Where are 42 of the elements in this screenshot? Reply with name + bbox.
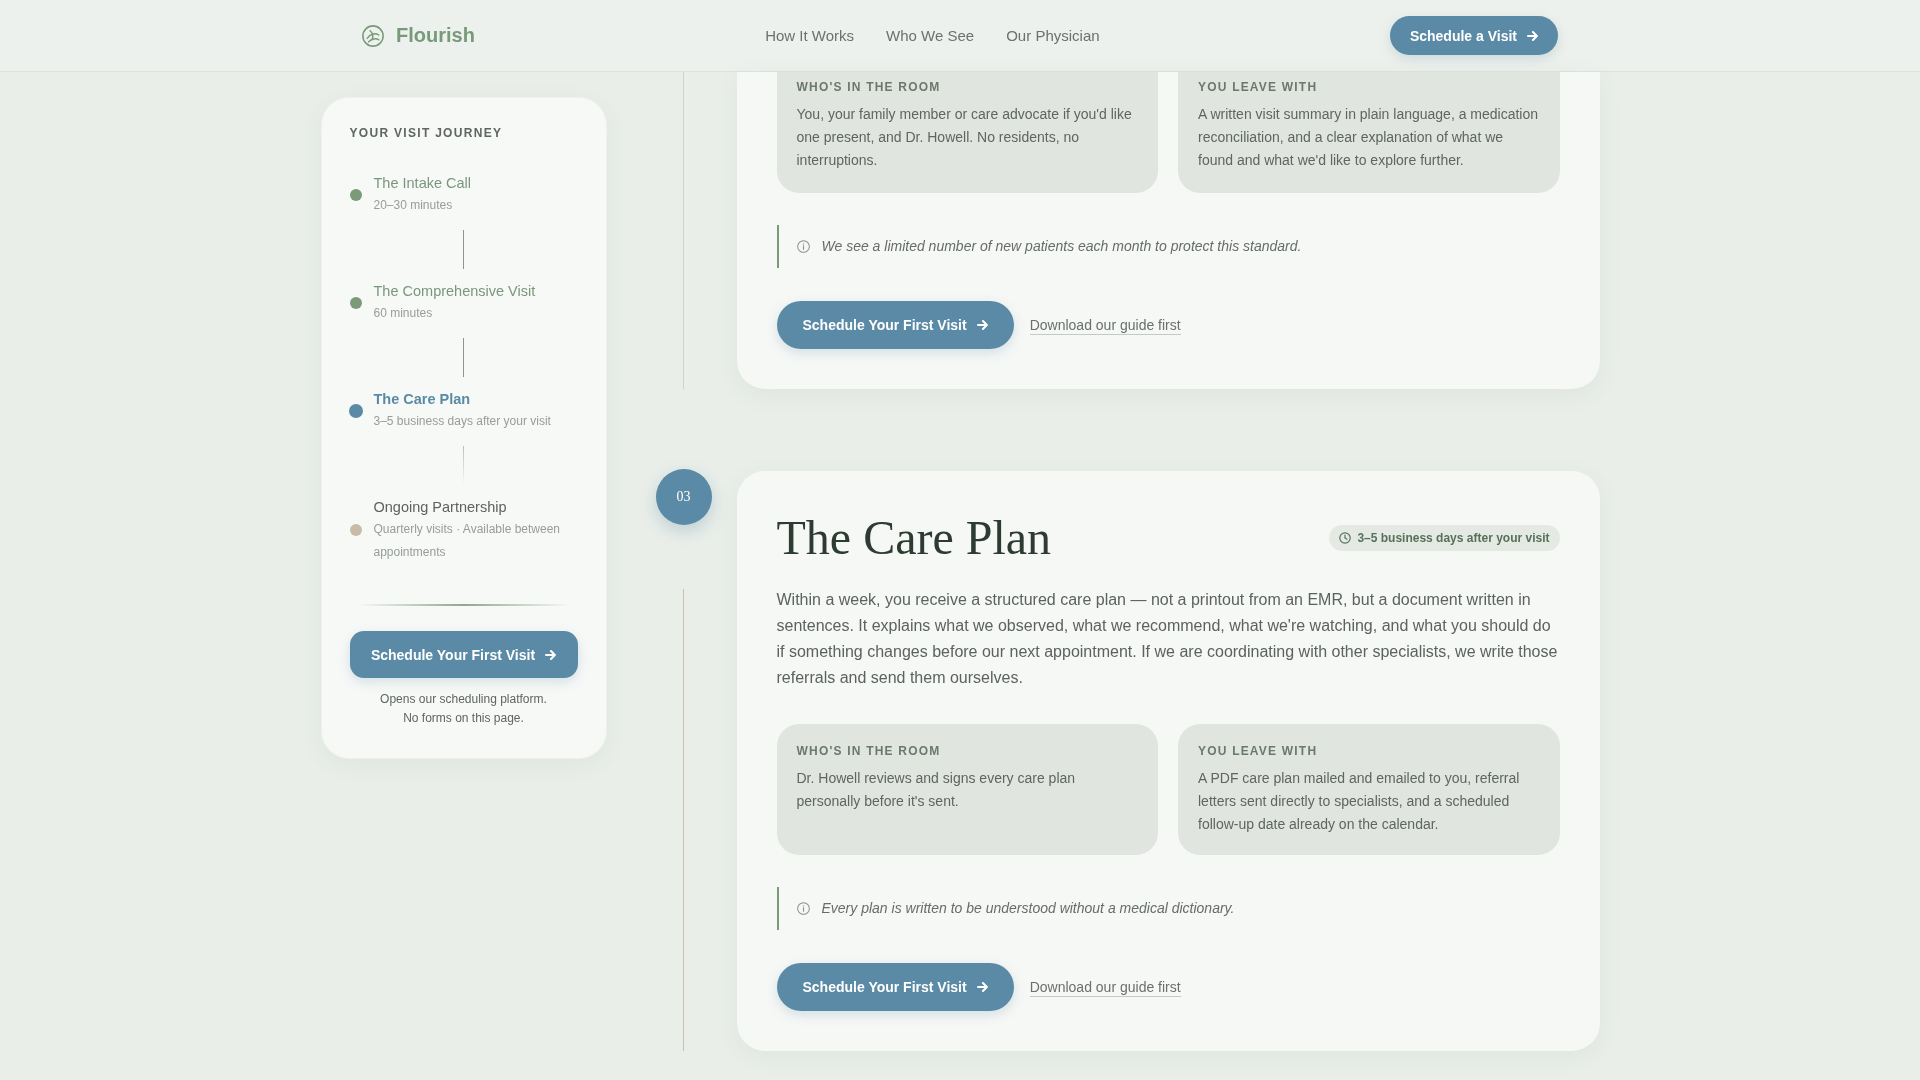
step-title[interactable]: The Comprehensive Visit xyxy=(373,280,536,302)
clock-icon xyxy=(1339,531,1352,544)
note-text: We see a limited number of new patients each month to protect this standard. xyxy=(821,237,1302,256)
panel-text: A PDF care plan mailed and emailed to you, referral letters sent directly to specialists, and a scheduled follow-up date already on the calendar. xyxy=(1198,769,1521,834)
download-guide-link[interactable]: Download our guide first xyxy=(1029,977,1181,997)
schedule-first-visit-button[interactable]: Schedule Your First Visit xyxy=(776,301,1014,349)
arrow-right-icon xyxy=(976,320,988,330)
panel-label: YOU LEAVE WITH xyxy=(1198,743,1319,759)
panel-text: Dr. Howell reviews and signs every care plan personally before it's sent. xyxy=(796,769,1077,811)
download-guide-link[interactable]: Download our guide first xyxy=(1029,315,1181,335)
nav-link[interactable]: Our Physician xyxy=(1006,27,1100,44)
step-title[interactable]: The Care Plan xyxy=(373,388,551,410)
panel-label: WHO'S IN THE ROOM xyxy=(796,79,942,95)
info-icon xyxy=(796,240,810,253)
step-duration: 20–30 minutes xyxy=(373,197,454,214)
duration-text: 3–5 business days after your visit xyxy=(1357,530,1550,545)
panel-text: A written visit summary in plain language, a medication reconciliation, and a clear explanation of what we found and what we'd like to explore further. xyxy=(1198,105,1540,170)
section-title: The Care Plan xyxy=(776,511,1052,564)
step-title[interactable]: Ongoing Partnership xyxy=(373,496,578,518)
panel-label: YOU LEAVE WITH xyxy=(1198,79,1319,95)
schedule-first-visit-button[interactable]: Schedule Your First Visit xyxy=(349,631,578,678)
info-icon xyxy=(796,902,810,915)
nav-link[interactable]: Who We See xyxy=(886,27,975,44)
journey-title: YOUR VISIT JOURNEY xyxy=(349,125,504,141)
step-duration: 3–5 business days after your visit xyxy=(373,413,551,430)
note-text: Every plan is written to be understood without a medical dictionary. xyxy=(821,899,1235,918)
panel-text: You, your family member or care advocate if you'd like one present, and Dr. Howell. No residents, no interruptions. xyxy=(796,105,1133,170)
panel-label: WHO'S IN THE ROOM xyxy=(796,743,942,759)
swirl-logo-icon[interactable] xyxy=(362,24,384,47)
step-number: 03 xyxy=(655,469,712,525)
step-title[interactable]: The Intake Call xyxy=(373,172,472,194)
schedule-first-visit-button[interactable]: Schedule Your First Visit xyxy=(776,963,1014,1011)
arrow-right-icon xyxy=(545,649,557,660)
scheduling-note: Opens our scheduling platform. No forms on this page. xyxy=(379,691,548,727)
nav-link[interactable]: How It Works xyxy=(765,27,855,44)
step-duration: Quarterly visits · Available between appointments xyxy=(373,521,562,561)
arrow-right-icon xyxy=(1527,30,1538,41)
brand-name[interactable]: Flourish xyxy=(396,24,475,47)
schedule-visit-button[interactable]: Schedule a Visit xyxy=(1389,16,1558,55)
step-duration: 60 minutes xyxy=(373,305,434,322)
arrow-right-icon xyxy=(976,982,988,992)
section-description: Within a week, you receive a structured care plan — not a printout from an EMR, but a document written in sentences. It explains what we observed, what we recommend, what we're watching, and what you should do if something changes before our next appointment. If we are coordinating with other specialists, we write those referrals and send them ourselves. xyxy=(776,590,1559,688)
